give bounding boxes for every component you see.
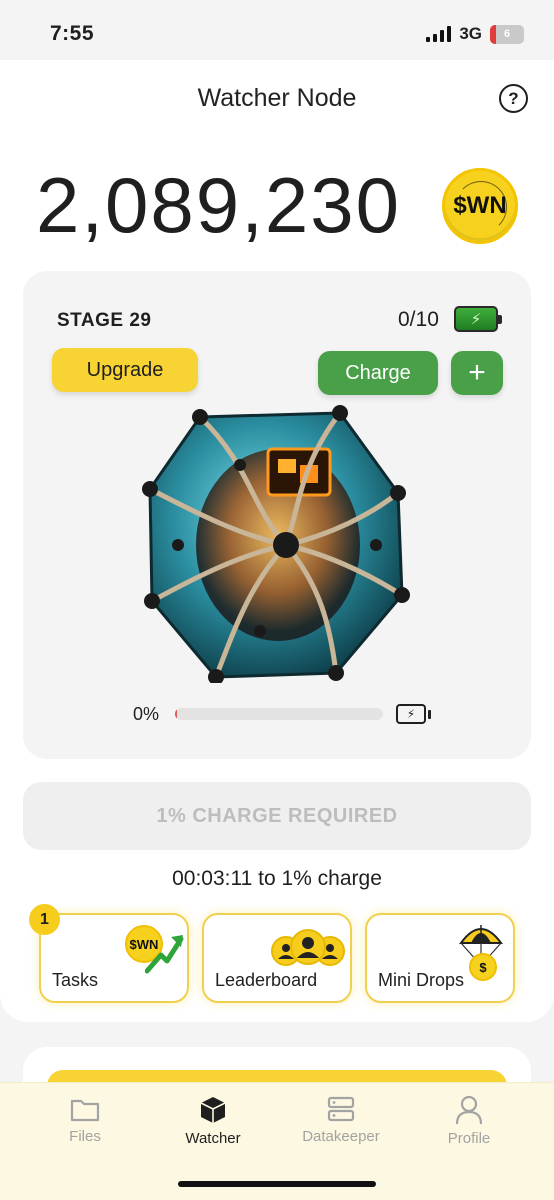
leaderboard-people-icon: [271, 929, 345, 966]
tab-watcher[interactable]: Watcher: [148, 1095, 278, 1147]
upgrade-button[interactable]: Upgrade: [52, 348, 198, 392]
add-charge-button[interactable]: +: [451, 351, 503, 395]
folder-icon: [70, 1099, 100, 1122]
charge-count: 0/10: [398, 308, 439, 331]
charge-progress-bar: [175, 708, 383, 720]
status-indicators: 3G 6: [426, 24, 524, 44]
tab-label: Watcher: [185, 1130, 241, 1147]
network-type: 3G: [459, 24, 482, 43]
tab-label: Datakeeper: [302, 1128, 380, 1145]
mini-drops-tile[interactable]: $ Mini Drops: [365, 913, 515, 1003]
stage-label: STAGE 29: [57, 310, 152, 331]
battery-charge-icon: ⚡: [454, 306, 502, 332]
tab-datakeeper[interactable]: Datakeeper: [276, 1095, 406, 1145]
battery-outline-icon: ⚡: [396, 704, 431, 724]
battery-level: 6: [503, 28, 511, 40]
charge-required-button[interactable]: 1% CHARGE REQUIRED: [23, 782, 531, 850]
dollar-coin-icon: $: [469, 953, 497, 981]
server-icon: [327, 1096, 355, 1122]
status-time: 7:55: [50, 22, 95, 45]
wn-coin-icon: $WN: [442, 168, 518, 244]
help-icon[interactable]: ?: [499, 84, 528, 113]
tab-label: Files: [69, 1128, 101, 1145]
tile-label: Mini Drops: [378, 970, 465, 990]
charge-countdown: 00:03:11 to 1% charge: [172, 867, 382, 890]
tasks-badge: 1: [29, 904, 60, 935]
page-title: Watcher Node: [197, 84, 357, 112]
tasks-tile[interactable]: $WN Tasks: [39, 913, 189, 1003]
trend-arrow-icon: [145, 935, 184, 974]
home-indicator[interactable]: [178, 1181, 376, 1187]
tab-profile[interactable]: Profile: [404, 1095, 534, 1147]
leaderboard-tile[interactable]: Leaderboard: [202, 913, 352, 1003]
balance-amount: 2,089,230: [36, 161, 402, 249]
tile-label: Leaderboard: [215, 970, 318, 990]
cube-icon: [200, 1097, 226, 1123]
watcher-node-image[interactable]: [140, 405, 412, 683]
signal-icon: [426, 26, 452, 42]
tab-files[interactable]: Files: [20, 1095, 150, 1145]
battery-icon: 6: [490, 24, 524, 44]
tab-label: Profile: [447, 1130, 491, 1147]
coin-token-label: $WN: [453, 192, 507, 219]
mini-drops-coin-label: $: [479, 959, 487, 975]
charge-percent: 0%: [133, 704, 160, 724]
person-icon: [455, 1095, 483, 1125]
charge-button[interactable]: Charge: [318, 351, 438, 395]
tile-label: Tasks: [52, 970, 99, 990]
